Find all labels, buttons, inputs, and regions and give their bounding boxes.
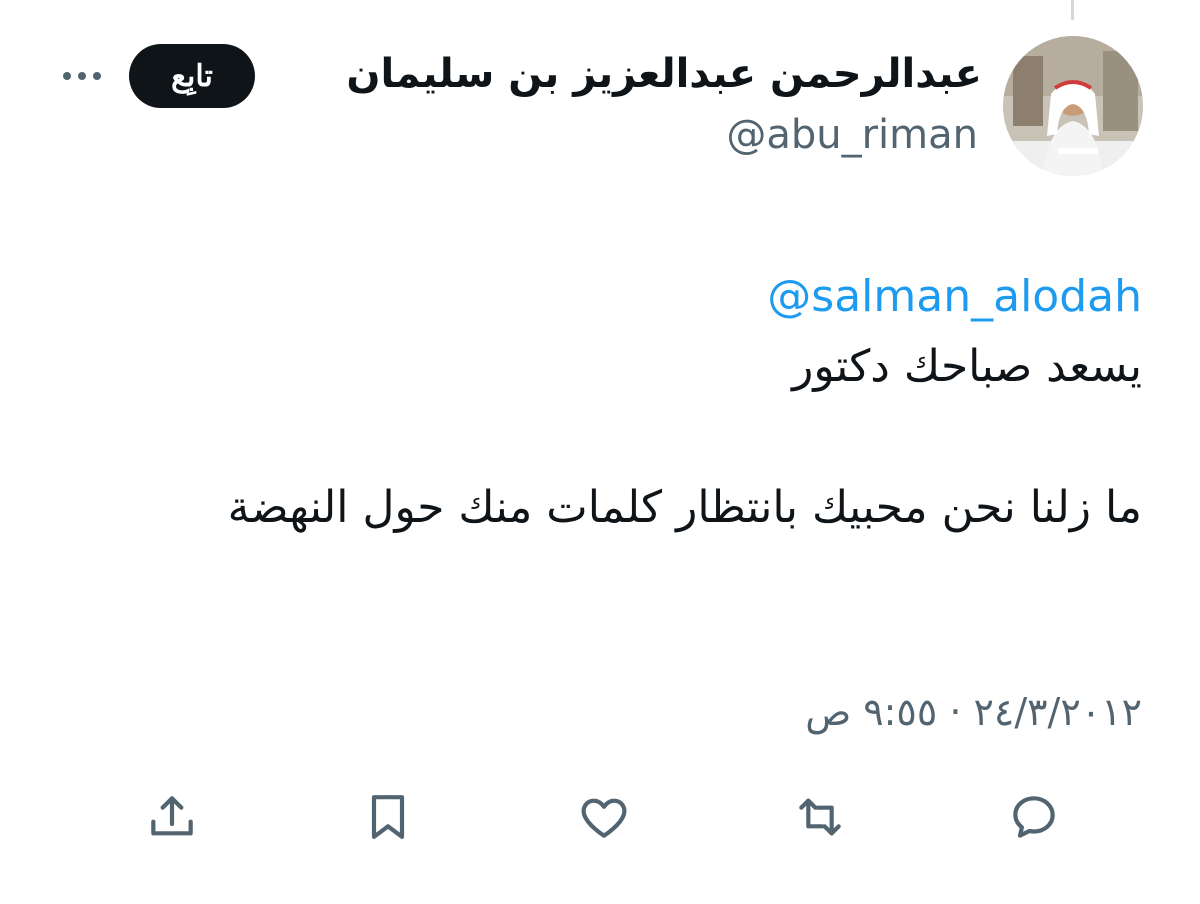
reply-icon xyxy=(1013,796,1055,838)
tweet-spacer xyxy=(202,403,1142,473)
thread-connector-line xyxy=(1071,0,1074,20)
more-options-button[interactable] xyxy=(58,60,106,92)
bookmark-button[interactable] xyxy=(356,785,420,849)
bookmark-icon xyxy=(371,795,405,839)
author-display-name[interactable]: عبدالرحمن عبدالعزيز بن سليمان xyxy=(346,52,982,96)
share-icon xyxy=(151,796,193,836)
share-button[interactable] xyxy=(140,785,204,849)
reply-button[interactable] xyxy=(1002,785,1066,849)
follow-button[interactable]: تابِع xyxy=(129,44,255,108)
retweet-icon xyxy=(799,798,841,836)
tweet-line-2: ما زلنا نحن محبيك بانتظار كلمات منك حول … xyxy=(227,481,1142,533)
action-bar xyxy=(0,785,1200,849)
avatar[interactable] xyxy=(1003,36,1143,176)
tweet-body: @salman_alodah يسعد صباحك دكتور ما زلنا … xyxy=(202,262,1142,543)
mention-link[interactable]: @salman_alodah xyxy=(202,262,1142,332)
retweet-button[interactable] xyxy=(788,785,852,849)
like-icon xyxy=(581,798,627,838)
tweet-line-1: يسعد صباحك دكتور xyxy=(792,341,1142,393)
avatar-image xyxy=(1003,36,1143,176)
like-button[interactable] xyxy=(572,785,636,849)
tweet-timestamp[interactable]: ٢٤/٣/٢٠١٢ · ٩:٥٥ ص xyxy=(805,690,1142,734)
author-handle[interactable]: @abu_riman xyxy=(726,113,978,157)
more-dots-icon xyxy=(63,72,101,80)
